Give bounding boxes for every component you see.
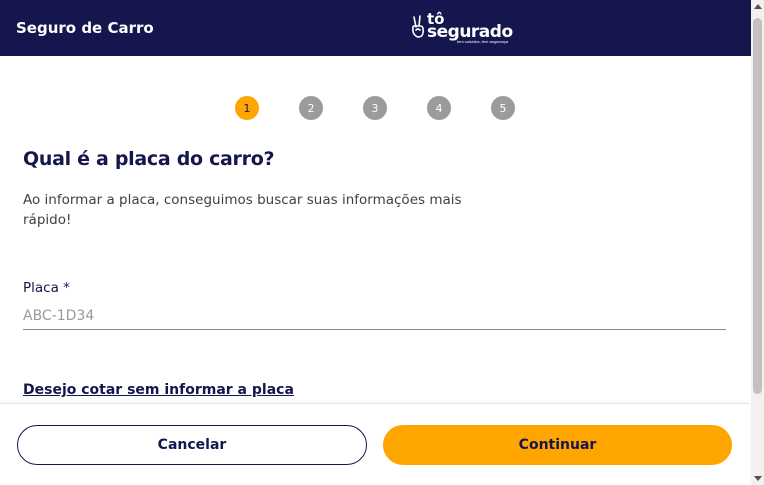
- action-footer: Cancelar Continuar: [0, 403, 749, 485]
- plate-field-label: Placa *: [23, 280, 70, 296]
- step-3: 3: [363, 96, 387, 120]
- vertical-scrollbar[interactable]: [751, 0, 764, 485]
- cancel-button[interactable]: Cancelar: [17, 425, 367, 465]
- peace-hand-icon: [412, 15, 424, 38]
- step-1: 1: [235, 96, 259, 120]
- plate-input[interactable]: [23, 302, 726, 330]
- brand-logo[interactable]: tô segurado tem coisinha, tem segurança: [410, 12, 513, 44]
- quote-without-plate-link[interactable]: Desejo cotar sem informar a placa: [23, 382, 294, 398]
- page-title: Seguro de Carro: [16, 19, 154, 37]
- top-bar: Seguro de Carro tô segurado tem coisinha…: [0, 0, 764, 56]
- logo-tagline: tem coisinha, tem segurança: [457, 39, 509, 44]
- scroll-up-arrow-icon[interactable]: [754, 4, 762, 9]
- step-5: 5: [491, 96, 515, 120]
- question-heading: Qual é a placa do carro?: [23, 148, 275, 170]
- question-description: Ao informar a placa, conseguimos buscar …: [23, 192, 462, 228]
- scroll-down-arrow-icon[interactable]: [754, 476, 762, 481]
- continue-button[interactable]: Continuar: [383, 425, 732, 465]
- progress-stepper: 1 2 3 4 5: [235, 96, 515, 120]
- step-4: 4: [427, 96, 451, 120]
- scrollbar-thumb[interactable]: [753, 18, 762, 394]
- step-2: 2: [299, 96, 323, 120]
